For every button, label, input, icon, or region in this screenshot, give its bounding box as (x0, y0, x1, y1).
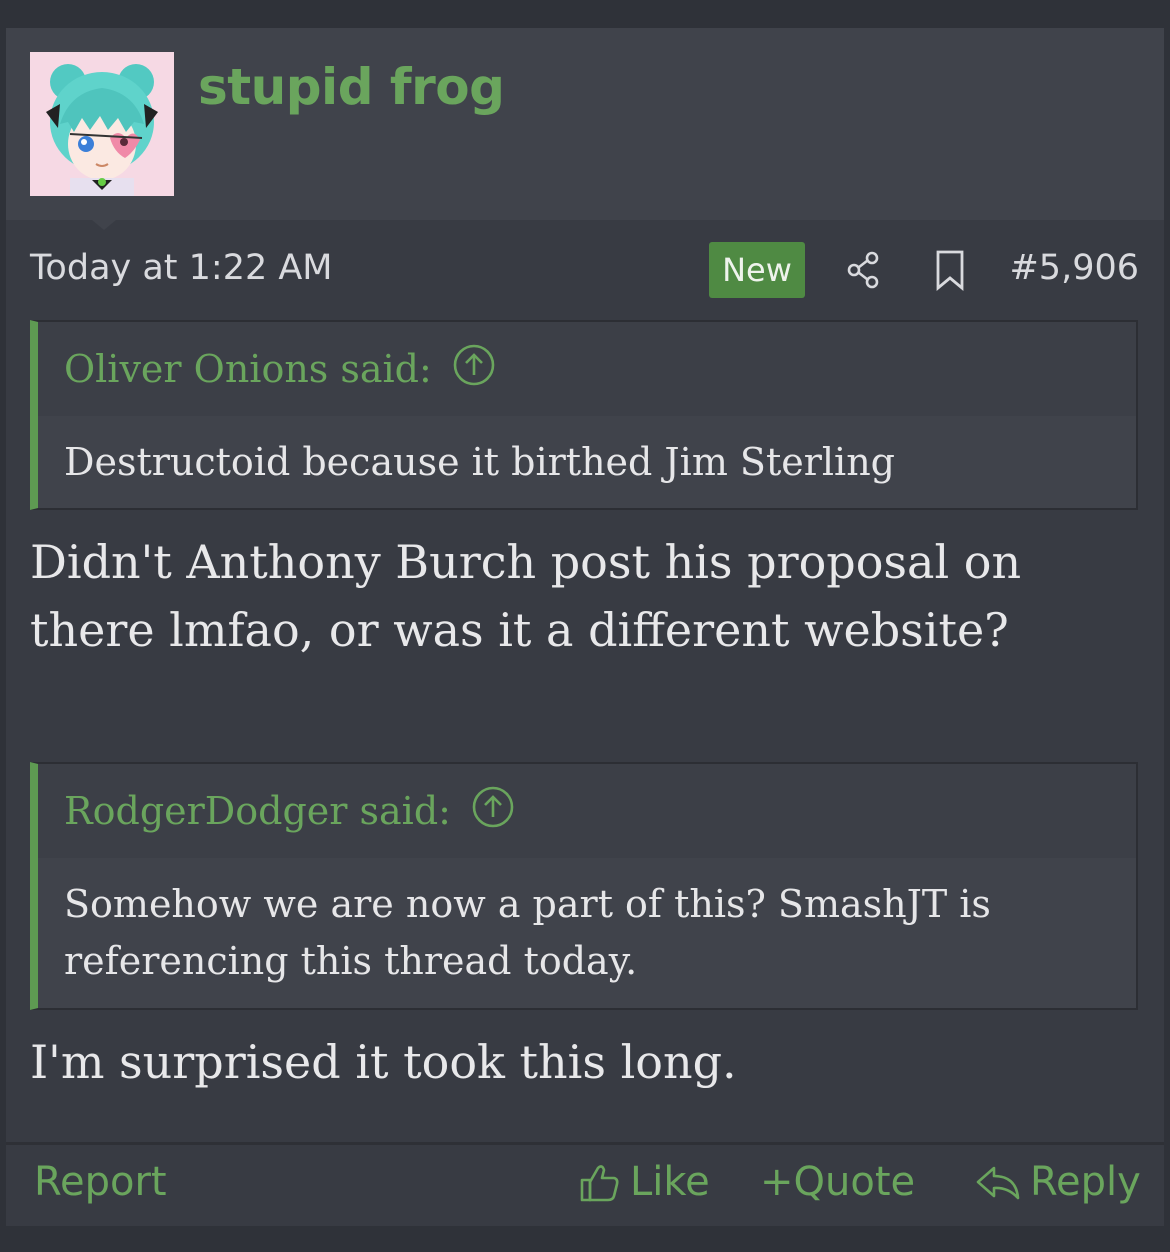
share-icon[interactable] (844, 250, 884, 295)
header-notch (92, 220, 116, 230)
quote-header[interactable]: Oliver Onions said: (38, 322, 1136, 416)
avatar[interactable] (30, 52, 174, 196)
reply-icon (976, 1166, 1020, 1200)
post-footer: Report Like +Quote Reply (6, 1142, 1164, 1229)
post-header: stupid frog (6, 28, 1164, 220)
like-label: Like (630, 1159, 710, 1205)
quote-label: +Quote (760, 1159, 916, 1205)
quote-header[interactable]: RodgerDodger said: (38, 764, 1136, 858)
quote-author[interactable]: RodgerDodger said: (64, 789, 451, 833)
quote-block: RodgerDodger said: Somehow we are now a … (30, 762, 1138, 1010)
thumbs-up-icon (580, 1165, 619, 1202)
reply-button[interactable]: Reply (974, 1159, 1141, 1205)
report-label: Report (34, 1159, 167, 1205)
reply-text: Didn't Anthony Burch post his proposal o… (30, 535, 1022, 657)
quote-button[interactable]: +Quote (760, 1159, 915, 1205)
post-number[interactable]: #5,906 (1009, 248, 1139, 288)
bookmark-icon[interactable] (932, 248, 968, 297)
quote-author[interactable]: Oliver Onions said: (64, 347, 432, 391)
quote-text: Somehow we are now a part of this? Smash… (64, 882, 991, 983)
reply-text: I'm surprised it took this long. (30, 1035, 737, 1089)
arrow-up-circle-icon[interactable] (452, 343, 496, 396)
like-button[interactable]: Like (578, 1159, 710, 1205)
new-badge: New (709, 242, 805, 298)
quote-text: Destructoid because it birthed Jim Sterl… (64, 440, 895, 484)
username[interactable]: stupid frog (198, 58, 505, 116)
reply-label: Reply (1030, 1159, 1141, 1205)
report-link[interactable]: Report (34, 1159, 167, 1205)
post: stupid frog Today at 1:22 AM New #5,906 … (6, 28, 1164, 1226)
quote-block: Oliver Onions said: Destructoid because … (30, 320, 1138, 510)
arrow-up-circle-icon[interactable] (471, 785, 515, 838)
post-date[interactable]: Today at 1:22 AM (30, 248, 333, 288)
